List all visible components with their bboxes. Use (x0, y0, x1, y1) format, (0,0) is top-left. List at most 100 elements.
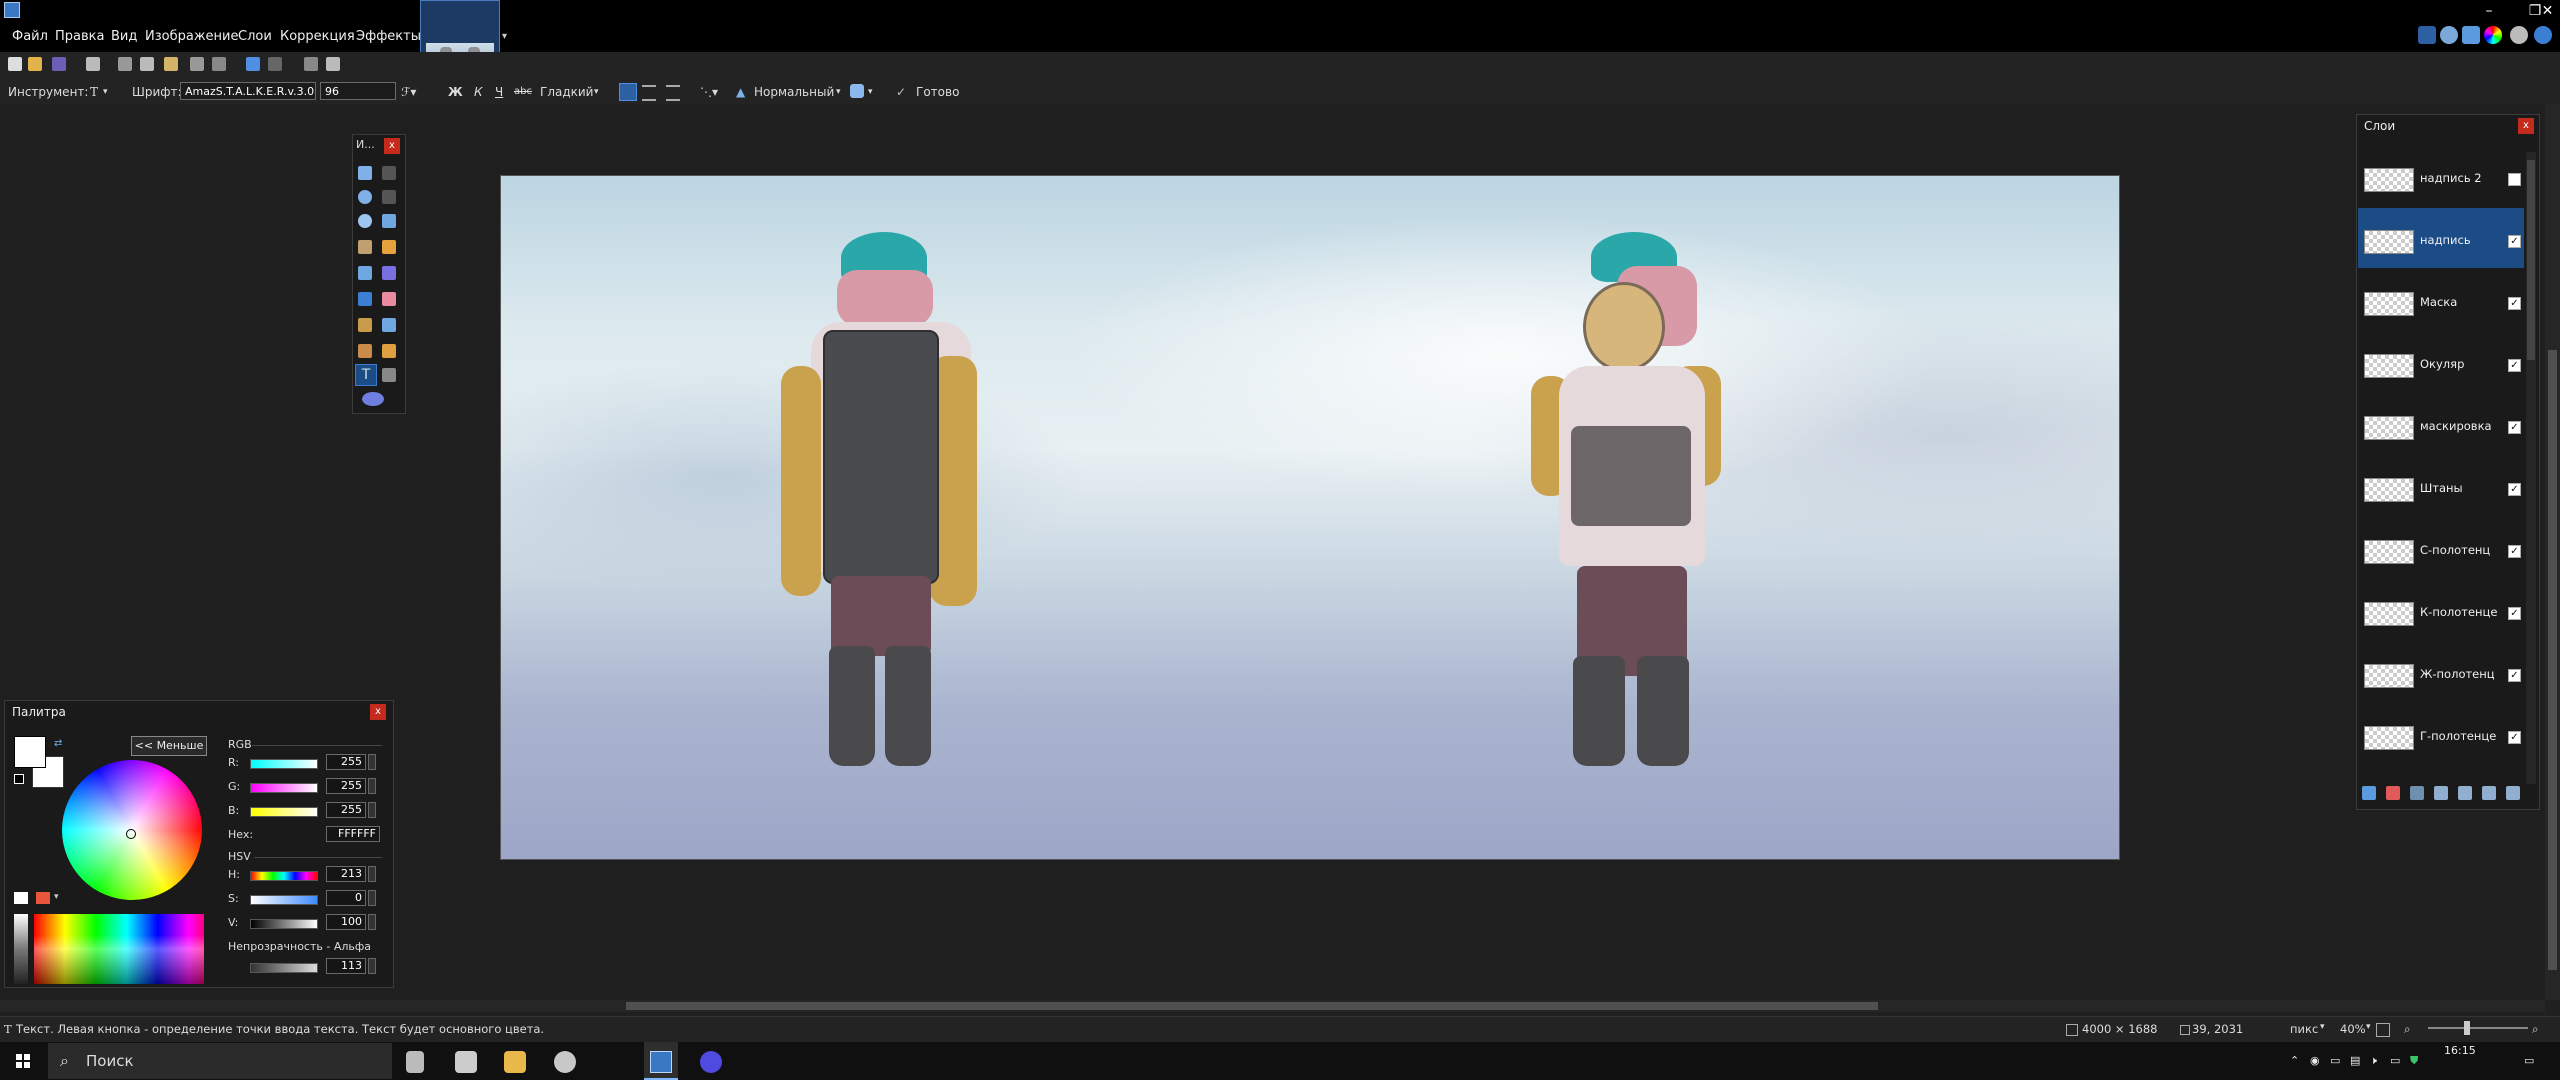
gradient-tool-icon[interactable] (382, 266, 396, 280)
zoom-out-icon[interactable]: ⌕ (2404, 1022, 2410, 1037)
move-layer-down-icon[interactable] (2482, 786, 2496, 800)
blending-icon[interactable]: ⋱▾ (700, 83, 718, 101)
palette-dropdown-icon[interactable]: ▾ (54, 892, 59, 902)
ruler-icon[interactable] (326, 57, 340, 71)
layer-row[interactable]: Маска ✓ (2358, 270, 2524, 330)
layer-row[interactable]: Ж-полотенц ✓ (2358, 642, 2524, 702)
palette-menu-icon[interactable] (36, 892, 50, 904)
copy-icon[interactable] (140, 57, 154, 71)
layer-row[interactable]: надпись 2 (2358, 146, 2524, 206)
selection-mode-icon[interactable] (850, 84, 864, 98)
stack-app-icon[interactable] (455, 1051, 477, 1073)
layer-visibility-checkbox[interactable]: ✓ (2508, 421, 2521, 434)
move-layer-up-icon[interactable] (2458, 786, 2472, 800)
menu-image[interactable]: Изображение (145, 27, 238, 47)
tab-list-icon[interactable]: ▾ (502, 31, 507, 42)
security-icon[interactable]: ⛊ (2410, 1054, 2418, 1068)
vertical-scrollbar-thumb[interactable] (2548, 350, 2557, 970)
lasso-tool-icon[interactable] (358, 190, 372, 204)
redo-icon[interactable] (268, 57, 282, 71)
h-spinner[interactable] (368, 866, 376, 882)
color-wheel-handle[interactable] (126, 829, 136, 839)
r-spinner[interactable] (368, 754, 376, 770)
layer-visibility-checkbox[interactable]: ✓ (2508, 731, 2521, 744)
eraser-tool-icon[interactable] (382, 292, 396, 306)
antialias-dropdown-icon[interactable]: ▾ (594, 83, 599, 101)
layers-icon[interactable] (2462, 26, 2480, 44)
layer-visibility-checkbox[interactable]: ✓ (2508, 483, 2521, 496)
battery-icon[interactable]: ▭ (2390, 1054, 2400, 1067)
print-icon[interactable] (86, 57, 100, 71)
pan-tool-icon[interactable] (382, 240, 396, 254)
menu-layers[interactable]: Слои (238, 27, 272, 47)
clock-time[interactable]: 16:15 (2444, 1044, 2476, 1057)
strikethrough-button[interactable]: abc (514, 83, 532, 101)
add-layer-icon[interactable] (2362, 786, 2376, 800)
layers-scrollbar-thumb[interactable] (2527, 160, 2535, 360)
zoom-level[interactable]: 40% (2340, 1022, 2366, 1036)
finish-button[interactable]: Готово (916, 83, 959, 101)
browser-app-icon[interactable] (554, 1051, 576, 1073)
g-spinner[interactable] (368, 778, 376, 794)
opacity-value-input[interactable]: 113 (326, 958, 366, 974)
selection-mode-dropdown-icon[interactable]: ▾ (868, 83, 873, 101)
font-size-input[interactable]: 96 (320, 82, 396, 100)
palette-add-color-icon[interactable] (14, 892, 28, 904)
opacity-slider[interactable] (250, 963, 318, 973)
opacity-spinner[interactable] (368, 958, 376, 974)
deselect-icon[interactable] (212, 57, 226, 71)
bold-button[interactable]: Ж (448, 83, 463, 101)
layer-visibility-checkbox[interactable]: ✓ (2508, 297, 2521, 310)
paintbrush-tool-icon[interactable] (358, 292, 372, 306)
menu-effects[interactable]: Эффекты (356, 27, 421, 47)
blend-mode-select[interactable]: Нормальный (754, 83, 834, 101)
zoom-in-icon[interactable]: ⌕ (2532, 1022, 2538, 1037)
zoom-slider[interactable] (2428, 1027, 2528, 1029)
font-select[interactable]: AmazS.T.A.L.K.E.R.v.3.0 (180, 82, 316, 100)
delete-layer-icon[interactable] (2386, 786, 2400, 800)
color-picker-tool-icon[interactable] (382, 318, 396, 332)
layer-row[interactable]: надпись ✓ (2358, 208, 2524, 268)
palette-icon[interactable] (2484, 26, 2502, 44)
s-value-input[interactable]: 0 (326, 890, 366, 906)
palette-close-button[interactable]: x (370, 704, 386, 720)
grayscale-swatches[interactable] (14, 914, 28, 984)
merge-layer-down-icon[interactable] (2434, 786, 2448, 800)
layer-visibility-checkbox[interactable]: ✓ (2508, 545, 2521, 558)
paintnet-taskbar-button[interactable] (644, 1042, 678, 1080)
recolor-tool-icon[interactable] (382, 344, 396, 358)
tray-app-icon[interactable]: ◉ (2310, 1054, 2320, 1067)
zoom-fit-icon[interactable] (2376, 1023, 2390, 1037)
layer-visibility-checkbox[interactable] (2508, 173, 2521, 186)
move-selection-tool-icon[interactable] (382, 166, 396, 180)
italic-button[interactable]: К (474, 83, 483, 101)
layer-visibility-checkbox[interactable]: ✓ (2508, 607, 2521, 620)
font-style-icon[interactable]: ℱ▾ (401, 83, 416, 101)
crop-icon[interactable] (190, 57, 204, 71)
tray-app-icon-2[interactable]: ▭ (2330, 1054, 2340, 1067)
text-tool-icon-active[interactable]: T (355, 364, 377, 386)
v-slider[interactable] (250, 919, 318, 929)
b-slider[interactable] (250, 807, 318, 817)
h-slider[interactable] (250, 871, 318, 881)
save-icon[interactable] (52, 57, 66, 71)
menu-view[interactable]: Вид (111, 27, 137, 47)
reset-colors-icon[interactable] (14, 774, 24, 784)
menu-file[interactable]: Файл (12, 27, 48, 47)
text-tool-icon[interactable]: T (90, 83, 98, 101)
align-left-button[interactable] (619, 83, 637, 101)
align-center-icon[interactable] (642, 85, 656, 101)
g-value-input[interactable]: 255 (326, 778, 366, 794)
swap-colors-icon[interactable]: ⇄ (54, 738, 62, 749)
horizontal-scrollbar-thumb[interactable] (626, 1002, 1878, 1010)
blend-mode-dropdown-icon[interactable]: ▾ (836, 83, 841, 101)
ellipse-select-tool-icon[interactable] (358, 214, 372, 228)
duplicate-layer-icon[interactable] (2410, 786, 2424, 800)
g-slider[interactable] (250, 783, 318, 793)
help-icon[interactable] (2534, 26, 2552, 44)
tool-dropdown-icon[interactable]: ▾ (103, 83, 108, 101)
clone-stamp-tool-icon[interactable] (358, 344, 372, 358)
start-button[interactable] (0, 1042, 46, 1080)
tools-close-button[interactable]: x (384, 138, 400, 154)
s-slider[interactable] (250, 895, 318, 905)
